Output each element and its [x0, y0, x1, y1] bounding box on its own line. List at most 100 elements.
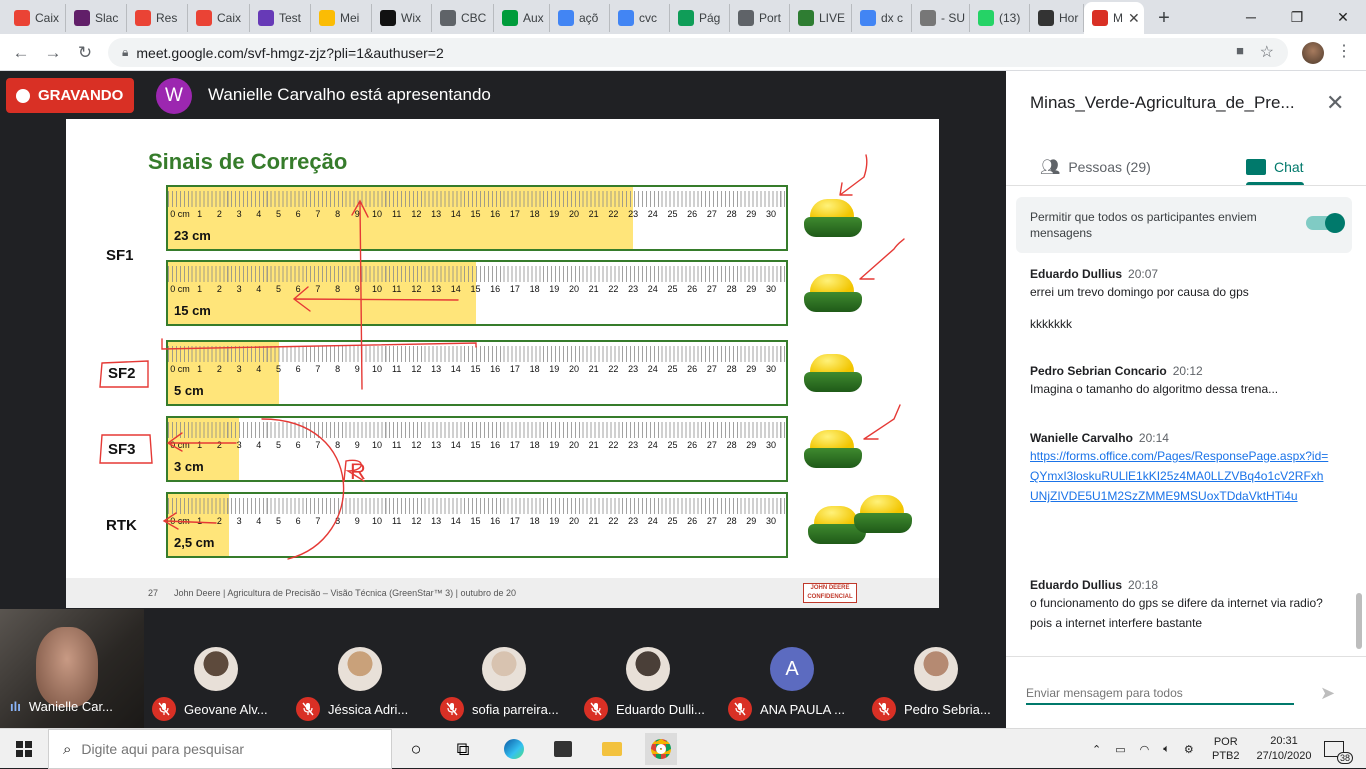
profile-avatar[interactable] — [1302, 42, 1324, 64]
participant-tile[interactable]: A ANA PAULA ... — [720, 609, 864, 728]
reload-button[interactable]: ↻ — [72, 40, 98, 66]
input-language[interactable]: POR PTB2 — [1212, 729, 1240, 769]
mic-off-icon — [872, 697, 896, 721]
notifications-button[interactable]: 38 — [1324, 729, 1353, 769]
ruler-tick-label: 7 — [315, 440, 321, 450]
cortana-icon[interactable]: ○ — [400, 733, 432, 765]
start-button[interactable] — [0, 729, 48, 769]
participant-tile[interactable]: Pedro Sebria... — [864, 609, 1008, 728]
taskbar-search[interactable]: ⌕ — [48, 729, 392, 769]
leaf-icon — [798, 10, 814, 26]
participant-tile[interactable]: Jéssica Adri... — [288, 609, 432, 728]
ruler-tick-label: 22 — [608, 440, 619, 450]
browser-tab[interactable]: Port — [730, 4, 790, 32]
lock-icon: 🔒︎ — [122, 45, 129, 59]
browser-tab[interactable]: CBC — [432, 4, 494, 32]
ruler: 0 cm 1 2 3 4 5 6 7 8 9 10 11 12 13 14 15 16 17 18 19 20 21 22 2… — [166, 416, 788, 482]
battery-icon[interactable]: ▭ — [1115, 743, 1125, 756]
allow-messages-setting: Permitir que todos os participantes envi… — [1016, 197, 1352, 253]
wg-icon — [1038, 10, 1054, 26]
forward-button[interactable]: → — [40, 40, 66, 66]
browser-tab[interactable]: Test — [250, 4, 311, 32]
browser-tab[interactable]: Aux — [494, 4, 550, 32]
edge-icon[interactable] — [498, 733, 530, 765]
close-window-button[interactable]: ✕ — [1320, 0, 1366, 34]
participant-tile[interactable]: sofia parreira... — [432, 609, 576, 728]
chat-message-input[interactable] — [1026, 683, 1294, 705]
camera-icon[interactable]: ■ — [1236, 43, 1244, 58]
url-field[interactable]: 🔒︎ meet.google.com/svf-hmgz-zjz?pli=1&au… — [108, 38, 1288, 67]
ruler-tick-label: 27 — [706, 516, 717, 526]
ruler-tick-label: 7 — [315, 516, 321, 526]
menu-kebab-icon[interactable]: ⋮ — [1336, 41, 1352, 61]
ruler-tick-label: 1 — [197, 284, 203, 294]
ruler-tick-label: 23 — [628, 516, 639, 526]
browser-tab[interactable]: Mei — [311, 4, 372, 32]
ruler-tick-label: 11 — [392, 209, 402, 219]
new-tab-button[interactable]: + — [1152, 6, 1176, 30]
close-panel-button[interactable]: ✕ — [1326, 90, 1344, 116]
ruler-tick-label: 29 — [746, 364, 757, 374]
browser-tab[interactable]: M ✕ — [1084, 2, 1144, 34]
clock[interactable]: 20:31 27/10/2020 — [1256, 729, 1312, 769]
google-icon — [558, 10, 574, 26]
ruler-tick-label: 26 — [687, 440, 698, 450]
participant-avatar — [626, 647, 670, 691]
ruler-tick-label: 15 — [470, 284, 481, 294]
wifi-icon[interactable]: ◠ — [1140, 743, 1150, 756]
message-text — [1030, 303, 1330, 313]
browser-tab[interactable]: Caix — [188, 4, 250, 32]
back-button[interactable]: ← — [8, 40, 34, 66]
ruler-tick-label: 30 — [765, 284, 777, 294]
ruler-tick-label: 19 — [549, 364, 560, 374]
participant-tile[interactable]: Eduardo Dulli... — [576, 609, 720, 728]
browser-tab[interactable]: Slac — [66, 4, 127, 32]
browser-tab[interactable]: Res — [127, 4, 188, 32]
browser-tab[interactable]: Pág — [670, 4, 730, 32]
store-icon[interactable] — [547, 733, 579, 765]
ruler-tick-label: 18 — [529, 209, 540, 219]
ruler-tick-label: 19 — [549, 284, 560, 294]
ruler-tick-label: 27 — [706, 284, 717, 294]
tab-chat-label: Chat — [1274, 159, 1304, 175]
chrome-icon[interactable] — [645, 733, 677, 765]
participant-tile[interactable]: Geovane Alv... — [144, 609, 288, 728]
tab-chat[interactable]: Chat — [1246, 149, 1304, 185]
ruler-tick-label: 11 — [392, 364, 402, 374]
browser-tab[interactable]: cvc — [610, 4, 670, 32]
ruler-tick-label: 9 — [354, 209, 360, 219]
send-button[interactable]: ➤ — [1320, 683, 1335, 704]
network-warning-icon[interactable]: ⚙ — [1184, 743, 1194, 756]
ruler-tick-label: 6 — [295, 364, 301, 374]
ruler-tick-label: 2 — [216, 516, 222, 526]
taskbar-search-input[interactable] — [81, 741, 372, 757]
close-tab-icon[interactable]: ✕ — [1128, 10, 1140, 27]
ruler-tick-label: 8 — [335, 516, 341, 526]
browser-tab[interactable]: - SU — [912, 4, 970, 32]
browser-tab[interactable]: Hor — [1030, 4, 1084, 32]
maximize-button[interactable]: ❐ — [1274, 0, 1320, 34]
browser-tab[interactable]: Caix — [6, 4, 66, 32]
ruler-tick-label: 17 — [509, 440, 520, 450]
browser-tab[interactable]: Wix — [372, 4, 432, 32]
task-view-icon[interactable]: ⧉ — [447, 733, 479, 765]
self-video-tile[interactable]: ılı Wanielle Car... — [0, 609, 144, 728]
tab-label: Hor — [1059, 11, 1079, 25]
ruler-tick-label: 10 — [371, 364, 383, 374]
message-link[interactable]: https://forms.office.com/Pages/ResponseP… — [1030, 446, 1330, 506]
ruler-tick-label: 10 — [371, 284, 383, 294]
chat-scrollbar[interactable] — [1356, 593, 1362, 649]
browser-tab[interactable]: LIVE — [790, 4, 852, 32]
minimize-button[interactable]: ─ — [1228, 0, 1274, 34]
browser-tab[interactable]: dx c — [852, 4, 912, 32]
tab-people[interactable]: 👥︎ Pessoas (29) — [1040, 149, 1151, 185]
allow-messages-toggle[interactable] — [1306, 213, 1345, 233]
chevron-up-icon[interactable]: ⌃ — [1092, 743, 1101, 756]
ruler-tick-label: 13 — [431, 209, 442, 219]
ruler-tick-label: 24 — [647, 440, 658, 450]
volume-icon[interactable]: 🔈︎ — [1163, 743, 1170, 756]
browser-tab[interactable]: (13) — [970, 4, 1030, 32]
file-explorer-icon[interactable] — [596, 733, 628, 765]
browser-tab[interactable]: açõ — [550, 4, 610, 32]
bookmark-star-icon[interactable]: ☆ — [1260, 42, 1274, 62]
